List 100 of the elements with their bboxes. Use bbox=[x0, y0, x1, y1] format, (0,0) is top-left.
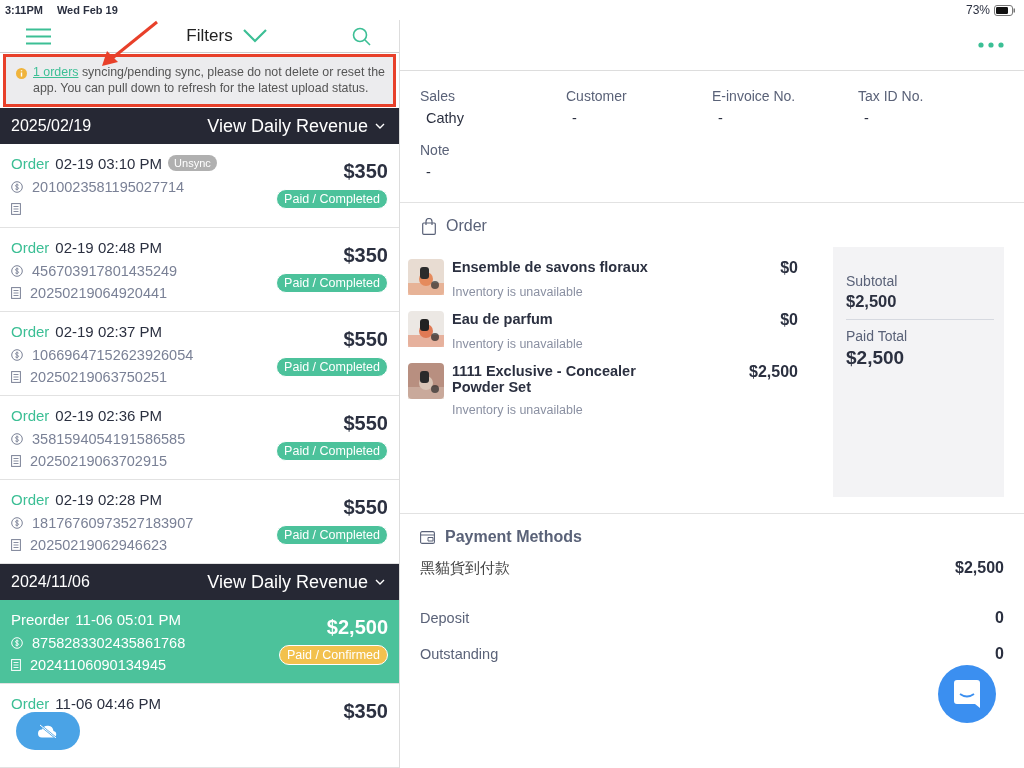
receipt-icon bbox=[11, 371, 21, 383]
order-time: 02-19 03:10 PM bbox=[55, 154, 163, 172]
payment-number: 456703917801435249 bbox=[32, 263, 178, 279]
offline-cloud-button[interactable] bbox=[16, 712, 80, 750]
order-time: 02-19 02:37 PM bbox=[55, 322, 163, 340]
status-badge: Paid / Completed bbox=[276, 441, 388, 461]
chevron-down-icon bbox=[242, 29, 267, 43]
receipt-icon bbox=[11, 539, 21, 551]
menu-icon[interactable] bbox=[26, 27, 51, 45]
order-time: 11-06 04:46 PM bbox=[55, 694, 161, 712]
dollar-icon bbox=[11, 265, 23, 277]
order-amount: $2,500 bbox=[326, 616, 388, 639]
invoice-number: 20250219064920441 bbox=[30, 285, 168, 301]
section-title: Payment Methods bbox=[445, 528, 582, 546]
summary-value: $2,500 bbox=[846, 347, 906, 369]
detail-label: Sales bbox=[420, 88, 457, 104]
cloud-off-icon bbox=[37, 724, 59, 738]
order-row[interactable]: Order 02-19 02:48 PM 456703917801435249 20250219064920441 $350 Paid / Completed bbox=[0, 228, 399, 312]
status-badge: Paid / Completed bbox=[276, 273, 388, 293]
section-title: Order bbox=[446, 217, 487, 235]
item-name: Eau de parfum bbox=[452, 311, 554, 329]
order-row[interactable]: Order 02-19 02:37 PM 10669647152623926054 20250219063750251 $550 Paid / Completed bbox=[0, 312, 399, 396]
notice-text: 1 orders syncing/pending sync, please do not delete or reset the app. You can pull down to refresh for the latest upload status. bbox=[33, 65, 385, 96]
detail-value: - bbox=[571, 110, 578, 126]
dollar-icon bbox=[11, 433, 23, 445]
chevron-down-icon bbox=[375, 123, 385, 129]
invoice-number: 20250219063750251 bbox=[30, 369, 168, 385]
receipt-icon bbox=[11, 455, 21, 467]
inventory-note: Inventory is unavailable bbox=[452, 285, 584, 299]
order-time: 02-19 02:48 PM bbox=[55, 238, 163, 256]
item-price: $2,500 bbox=[749, 363, 798, 382]
detail-label: E-invoice No. bbox=[712, 88, 797, 104]
order-amount: $350 bbox=[343, 160, 388, 183]
order-time: 11-06 05:01 PM bbox=[75, 610, 181, 628]
status-badge: Paid / Completed bbox=[276, 189, 388, 209]
order-type: Order bbox=[11, 694, 50, 712]
battery-percent: 73% bbox=[965, 3, 990, 17]
summary-label: Subtotal bbox=[846, 273, 899, 289]
invoice-number: 20250219062946623 bbox=[30, 537, 168, 553]
summary-value: $2,500 bbox=[846, 292, 898, 311]
order-amount: $550 bbox=[343, 328, 388, 351]
receipt-icon bbox=[11, 659, 21, 671]
payment-label: 黑貓貨到付款 bbox=[420, 558, 510, 578]
summary-label: Paid Total bbox=[846, 328, 909, 344]
chevron-down-icon bbox=[375, 579, 385, 585]
payment-number: 3581594054191586585 bbox=[32, 431, 186, 447]
daily-revenue-button[interactable]: View Daily Revenue bbox=[207, 571, 385, 593]
payment-number: 2010023581195027714 bbox=[32, 179, 185, 195]
order-time: 02-19 02:36 PM bbox=[55, 406, 163, 424]
invoice-number: 20241106090134945 bbox=[30, 657, 166, 673]
date-label: 2025/02/19 bbox=[11, 117, 92, 135]
inventory-note: Inventory is unavailable bbox=[452, 403, 584, 417]
wallet-icon bbox=[420, 530, 435, 544]
detail-label: Customer bbox=[566, 88, 628, 104]
battery-icon bbox=[994, 4, 1016, 16]
filters-dropdown[interactable]: Filters bbox=[186, 26, 267, 46]
status-badge: Paid / Completed bbox=[276, 357, 388, 377]
detail-value: Cathy bbox=[425, 110, 465, 126]
order-type: Order bbox=[11, 490, 50, 508]
detail-label: Tax ID No. bbox=[858, 88, 925, 104]
daily-revenue-button[interactable]: View Daily Revenue bbox=[207, 115, 385, 137]
order-type: Order bbox=[11, 322, 50, 340]
dollar-icon bbox=[11, 349, 23, 361]
detail-label: Note bbox=[420, 142, 451, 158]
payment-number: 10669647152623926054 bbox=[32, 347, 194, 363]
order-amount: $350 bbox=[343, 700, 388, 723]
payment-value: $2,500 bbox=[955, 559, 1004, 577]
order-row[interactable]: Order 02-19 02:36 PM 3581594054191586585 20250219063702915 $550 Paid / Completed bbox=[0, 396, 399, 480]
payment-number: 8758283302435861768 bbox=[32, 635, 186, 651]
chat-icon bbox=[954, 680, 980, 708]
invoice-number: 20250219063702915 bbox=[30, 453, 168, 469]
unsync-badge: Unsync bbox=[168, 155, 217, 171]
payment-value: 0 bbox=[995, 645, 1004, 663]
status-badge: Paid / Confirmed bbox=[278, 645, 388, 665]
status-date: Wed Feb 19 bbox=[56, 4, 118, 16]
payment-label: Outstanding bbox=[420, 646, 499, 662]
receipt-icon bbox=[11, 287, 21, 299]
detail-value: - bbox=[425, 164, 432, 180]
receipt-icon bbox=[11, 203, 21, 215]
order-amount: $350 bbox=[343, 244, 388, 267]
order-amount: $550 bbox=[343, 496, 388, 519]
order-type: Preorder bbox=[11, 610, 70, 628]
shopping-bag-icon bbox=[422, 217, 436, 235]
date-label: 2024/11/06 bbox=[11, 573, 90, 591]
order-type: Order bbox=[11, 406, 50, 424]
item-price: $0 bbox=[780, 259, 798, 277]
status-time: 3:11PM bbox=[5, 4, 43, 16]
status-badge: Paid / Completed bbox=[276, 525, 388, 545]
item-name: Ensemble de savons floraux bbox=[452, 259, 649, 277]
search-icon[interactable] bbox=[352, 26, 371, 46]
dollar-icon bbox=[11, 517, 23, 529]
payment-label: Deposit bbox=[420, 610, 470, 626]
payment-value: 0 bbox=[995, 609, 1004, 627]
dollar-icon bbox=[11, 181, 23, 193]
more-icon[interactable] bbox=[978, 42, 1004, 48]
dollar-icon bbox=[11, 637, 23, 649]
payment-number: 18176760973527183907 bbox=[32, 515, 194, 531]
item-price: $0 bbox=[780, 311, 798, 329]
order-row[interactable]: Order 02-19 03:10 PM Unsync 2010023581195027714 $350 Paid / Completed bbox=[0, 144, 399, 228]
order-amount: $550 bbox=[343, 412, 388, 435]
